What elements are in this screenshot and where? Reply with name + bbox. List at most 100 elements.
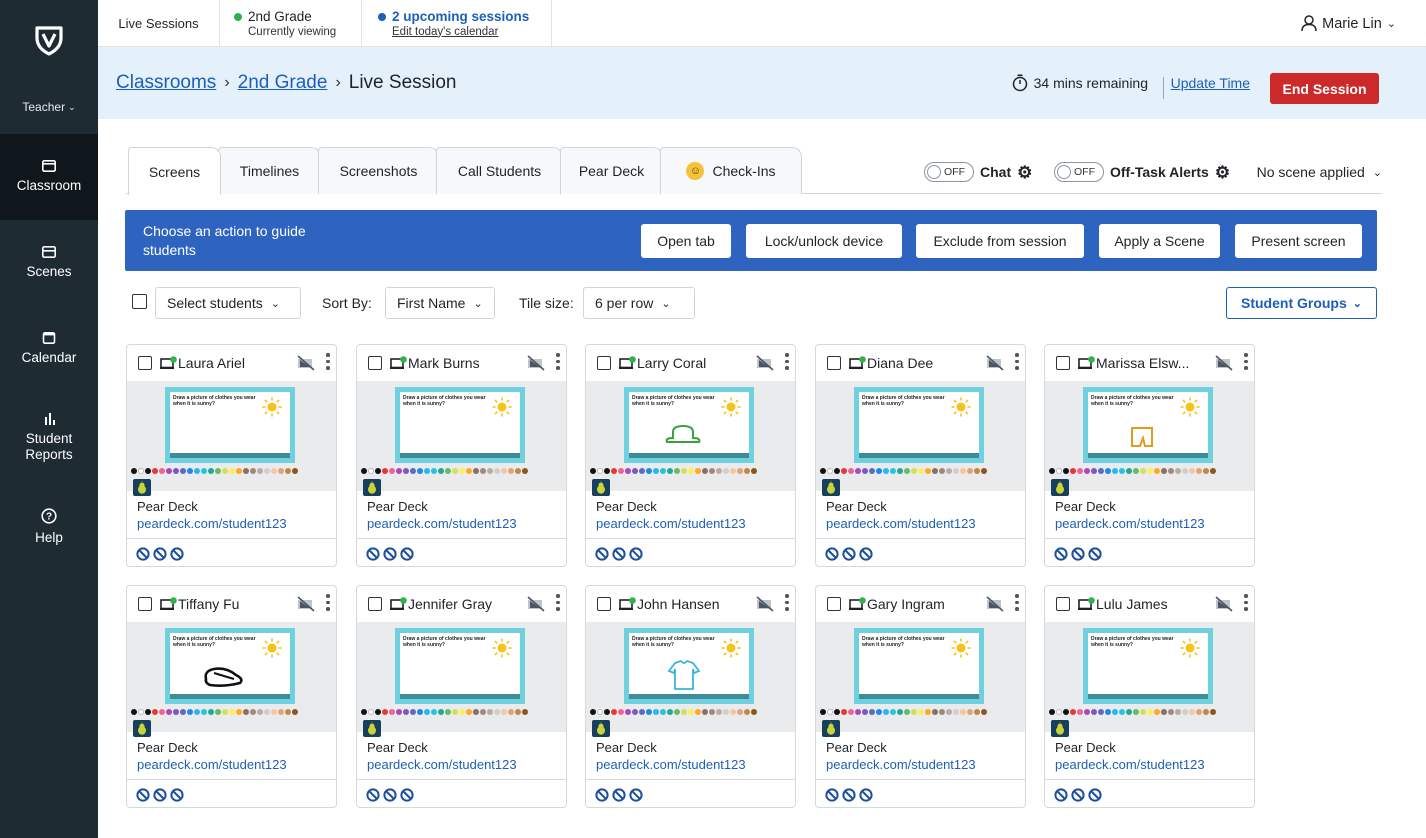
role-switcher[interactable]: Teacher ⌄ [0, 80, 98, 134]
screen-thumbnail[interactable]: Draw a picture of clothes you wear when … [1045, 622, 1254, 737]
activity-url[interactable]: peardeck.com/student123 [137, 756, 287, 773]
blocked-icon[interactable] [612, 546, 626, 561]
blocked-icon[interactable] [1054, 546, 1068, 561]
app-logo[interactable] [0, 0, 98, 80]
screen-thumbnail[interactable]: Draw a picture of clothes you wear when … [586, 622, 795, 737]
blocked-icon[interactable] [595, 546, 609, 561]
activity-url[interactable]: peardeck.com/student123 [596, 756, 746, 773]
hidden-screen-icon[interactable] [1215, 596, 1233, 612]
end-session-button[interactable]: End Session [1270, 73, 1379, 104]
sidebar-item-calendar[interactable]: Calendar [0, 306, 98, 392]
more-options-icon[interactable] [556, 353, 560, 373]
student-checkbox[interactable] [827, 356, 841, 370]
sidebar-item-classroom[interactable]: Classroom [0, 134, 98, 220]
hidden-screen-icon[interactable] [986, 355, 1004, 371]
sidebar-item-scenes[interactable]: Scenes [0, 220, 98, 306]
breadcrumb-classrooms[interactable]: Classrooms [116, 72, 216, 94]
hidden-screen-icon[interactable] [986, 596, 1004, 612]
update-time-link[interactable]: Update Time [1171, 47, 1250, 119]
blocked-icon[interactable] [400, 546, 414, 561]
more-options-icon[interactable] [785, 594, 789, 614]
blocked-icon[interactable] [383, 787, 397, 802]
scene-dropdown[interactable]: No scene applied ⌄ [1257, 161, 1382, 183]
present-screen-button[interactable]: Present screen [1235, 224, 1362, 258]
student-card-3[interactable]: Larry Coral Draw a picture of clothes yo… [585, 344, 796, 567]
student-checkbox[interactable] [597, 356, 611, 370]
chat-toggle[interactable]: OFF [924, 162, 974, 182]
tab-check-ins[interactable]: ☺ Check-Ins [660, 147, 802, 194]
student-checkbox[interactable] [138, 597, 152, 611]
student-checkbox[interactable] [368, 597, 382, 611]
blocked-icon[interactable] [153, 787, 167, 802]
blocked-icon[interactable] [170, 546, 184, 561]
hidden-screen-icon[interactable] [1215, 355, 1233, 371]
student-card-2[interactable]: Mark Burns Draw a picture of clothes you… [356, 344, 567, 567]
blocked-icon[interactable] [825, 787, 839, 802]
tab-screenshots[interactable]: Screenshots [318, 147, 439, 194]
student-checkbox[interactable] [1056, 356, 1070, 370]
more-options-icon[interactable] [1244, 353, 1248, 373]
more-options-icon[interactable] [1244, 594, 1248, 614]
activity-url[interactable]: peardeck.com/student123 [367, 515, 517, 532]
blocked-icon[interactable] [1071, 787, 1085, 802]
blocked-icon[interactable] [170, 787, 184, 802]
blocked-icon[interactable] [366, 546, 380, 561]
student-card-4[interactable]: Diana Dee Draw a picture of clothes you … [815, 344, 1026, 567]
tile-size-dropdown[interactable]: 6 per row ⌄ [583, 287, 695, 319]
blocked-icon[interactable] [629, 546, 643, 561]
open-tab-button[interactable]: Open tab [641, 224, 731, 258]
user-menu[interactable]: Marie Lin ⌄ [1301, 0, 1396, 47]
exclude-button[interactable]: Exclude from session [916, 224, 1084, 258]
more-options-icon[interactable] [556, 594, 560, 614]
blocked-icon[interactable] [366, 787, 380, 802]
blocked-icon[interactable] [825, 546, 839, 561]
student-card-1[interactable]: Laura Ariel Draw a picture of clothes yo… [126, 344, 337, 567]
screen-thumbnail[interactable]: Draw a picture of clothes you wear when … [357, 622, 566, 737]
blocked-icon[interactable] [136, 546, 150, 561]
activity-url[interactable]: peardeck.com/student123 [137, 515, 287, 532]
hidden-screen-icon[interactable] [297, 355, 315, 371]
student-card-10[interactable]: Lulu James Draw a picture of clothes you… [1044, 585, 1255, 808]
blocked-icon[interactable] [383, 546, 397, 561]
offtask-toggle[interactable]: OFF [1054, 162, 1104, 182]
select-students-dropdown[interactable]: Select students ⌄ [155, 287, 301, 319]
tab-call-students[interactable]: Call Students [436, 147, 563, 194]
screen-thumbnail[interactable]: Draw a picture of clothes you wear when … [1045, 381, 1254, 496]
student-checkbox[interactable] [597, 597, 611, 611]
breadcrumb-class[interactable]: 2nd Grade [238, 72, 328, 94]
student-card-9[interactable]: Gary Ingram Draw a picture of clothes yo… [815, 585, 1026, 808]
gear-icon[interactable]: ⚙ [1215, 164, 1230, 181]
live-sessions-tab[interactable]: Live Sessions [98, 0, 220, 47]
more-options-icon[interactable] [1015, 594, 1019, 614]
activity-url[interactable]: peardeck.com/student123 [1055, 515, 1205, 532]
screen-thumbnail[interactable]: Draw a picture of clothes you wear when … [586, 381, 795, 496]
tab-timelines[interactable]: Timelines [218, 147, 321, 194]
blocked-icon[interactable] [859, 546, 873, 561]
student-checkbox[interactable] [827, 597, 841, 611]
student-card-8[interactable]: John Hansen Draw a picture of clothes yo… [585, 585, 796, 808]
activity-url[interactable]: peardeck.com/student123 [826, 756, 976, 773]
blocked-icon[interactable] [842, 546, 856, 561]
activity-url[interactable]: peardeck.com/student123 [367, 756, 517, 773]
blocked-icon[interactable] [1054, 787, 1068, 802]
upcoming-sessions-tab[interactable]: 2 upcoming sessions Edit today's calenda… [362, 0, 552, 47]
more-options-icon[interactable] [326, 353, 330, 373]
tab-screens[interactable]: Screens [128, 147, 221, 195]
sort-by-dropdown[interactable]: First Name ⌄ [385, 287, 495, 319]
more-options-icon[interactable] [785, 353, 789, 373]
sidebar-item-student-reports[interactable]: Student Reports [0, 392, 98, 484]
more-options-icon[interactable] [1015, 353, 1019, 373]
blocked-icon[interactable] [400, 787, 414, 802]
screen-thumbnail[interactable]: Draw a picture of clothes you wear when … [357, 381, 566, 496]
select-all-checkbox[interactable] [132, 294, 147, 309]
blocked-icon[interactable] [629, 787, 643, 802]
blocked-icon[interactable] [595, 787, 609, 802]
blocked-icon[interactable] [136, 787, 150, 802]
sidebar-item-help[interactable]: ? Help [0, 484, 98, 570]
apply-scene-button[interactable]: Apply a Scene [1099, 224, 1220, 258]
blocked-icon[interactable] [1088, 546, 1102, 561]
lock-unlock-button[interactable]: Lock/unlock device [746, 224, 902, 258]
hidden-screen-icon[interactable] [527, 596, 545, 612]
hidden-screen-icon[interactable] [756, 355, 774, 371]
student-card-6[interactable]: Tiffany Fu Draw a picture of clothes you… [126, 585, 337, 808]
